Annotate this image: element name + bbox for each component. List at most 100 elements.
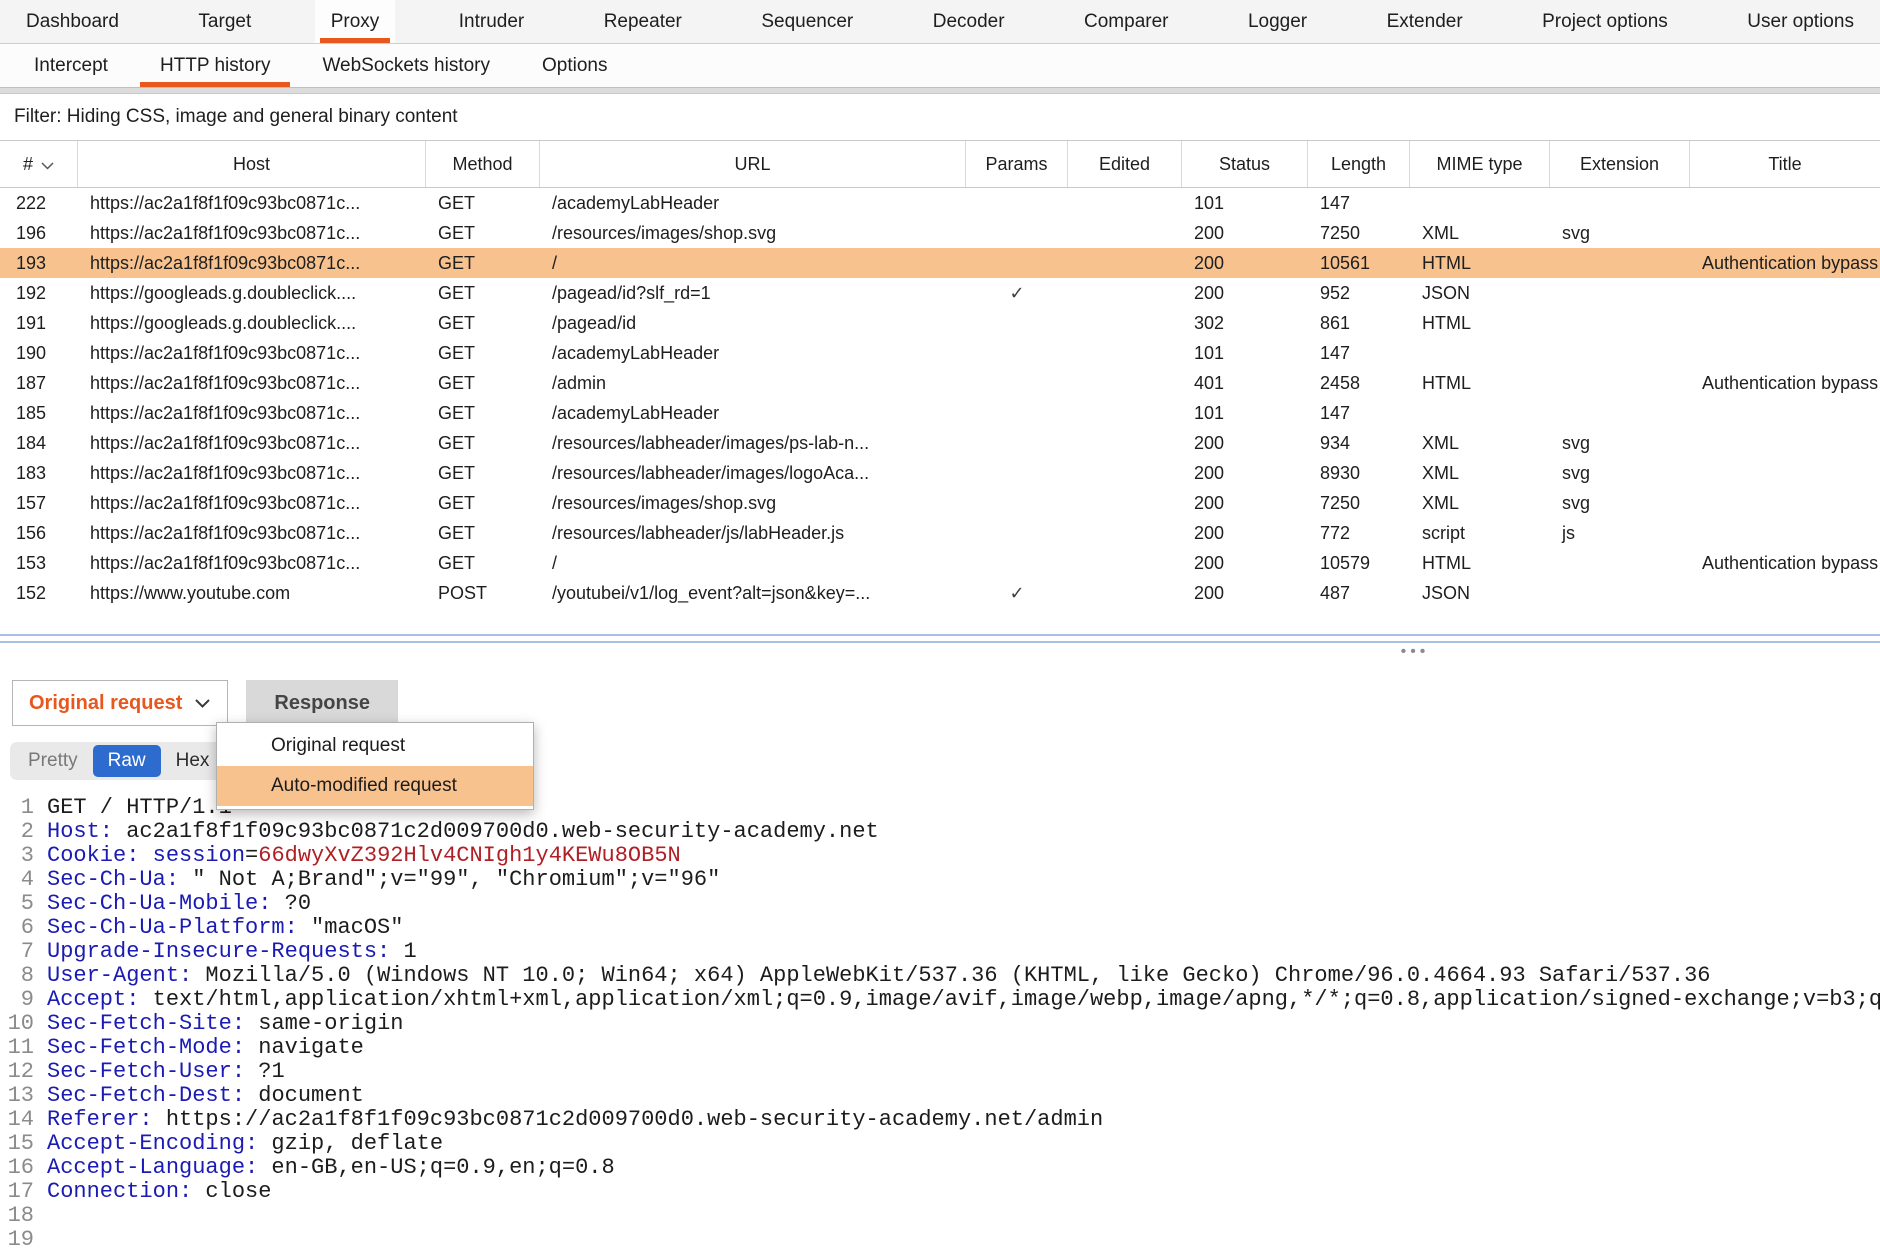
filter-bar[interactable]: Filter: Hiding CSS, image and general bi… [0, 94, 1880, 141]
header-value: "macOS" [298, 915, 404, 940]
cell-host: https://ac2a1f8f1f09c93bc0871c... [78, 218, 426, 248]
cell-num: 222 [0, 188, 78, 218]
column-header-host[interactable]: Host [78, 141, 426, 187]
format-tab-hex[interactable]: Hex [161, 745, 225, 777]
subtab-websockets-history[interactable]: WebSockets history [296, 44, 516, 87]
tab-sequencer[interactable]: Sequencer [745, 0, 869, 43]
history-row-153[interactable]: 153https://ac2a1f8f1f09c93bc0871c...GET/… [0, 548, 1880, 578]
cell-method: GET [426, 518, 540, 548]
column-header-label: Method [452, 154, 512, 175]
panel-splitter[interactable]: ••• [0, 634, 1880, 658]
cell-edited [1068, 488, 1182, 518]
history-row-196[interactable]: 196https://ac2a1f8f1f09c93bc0871c...GET/… [0, 218, 1880, 248]
header-value: https://ac2a1f8f1f09c93bc0871c2d009700d0… [153, 1107, 1104, 1132]
cell-num: 190 [0, 338, 78, 368]
cell-method: GET [426, 338, 540, 368]
tab-user-options[interactable]: User options [1731, 0, 1870, 43]
request-line-9: 9Accept: text/html,application/xhtml+xml… [0, 988, 1880, 1012]
cell-host: https://ac2a1f8f1f09c93bc0871c... [78, 428, 426, 458]
cell-num: 184 [0, 428, 78, 458]
subtab-http-history[interactable]: HTTP history [134, 44, 297, 87]
cell-length: 8930 [1308, 458, 1410, 488]
header-value: Mozilla/5.0 (Windows NT 10.0; Win64; x64… [192, 963, 1710, 988]
burp-suite-window: Dashboard Target Proxy Intruder Repeater Sequ… [0, 0, 1880, 1254]
tab-proxy[interactable]: Proxy [315, 0, 396, 43]
format-tab-raw[interactable]: Raw [93, 745, 161, 777]
tab-project-options[interactable]: Project options [1526, 0, 1684, 43]
cell-edited [1068, 578, 1182, 608]
cell-length: 772 [1308, 518, 1410, 548]
column-header-edited[interactable]: Edited [1068, 141, 1182, 187]
history-row-191[interactable]: 191https://googleads.g.doubleclick....GE… [0, 308, 1880, 338]
proxy-sub-tab-bar: InterceptHTTP historyWebSockets historyO… [0, 44, 1880, 87]
history-row-185[interactable]: 185https://ac2a1f8f1f09c93bc0871c...GET/… [0, 398, 1880, 428]
column-header-extension[interactable]: Extension [1550, 141, 1690, 187]
cell-method: GET [426, 188, 540, 218]
tab-logger[interactable]: Logger [1232, 0, 1323, 43]
history-row-183[interactable]: 183https://ac2a1f8f1f09c93bc0871c...GET/… [0, 458, 1880, 488]
header-name: Sec-Fetch-Site: [47, 1011, 245, 1036]
request-view-selector[interactable]: Original request [12, 680, 228, 726]
tab-extender[interactable]: Extender [1371, 0, 1479, 43]
cell-title: Authentication bypass [1690, 248, 1880, 278]
history-row-193[interactable]: 193https://ac2a1f8f1f09c93bc0871c...GET/… [0, 248, 1880, 278]
header-value: same-origin [245, 1011, 403, 1036]
header-name: Host: [47, 819, 113, 844]
format-tab-pretty[interactable]: Pretty [13, 745, 93, 777]
menu-item-original-request[interactable]: Original request [217, 726, 533, 766]
raw-request-editor[interactable]: 1GET / HTTP/1.12Host: ac2a1f8f1f09c93bc0… [0, 796, 1880, 1252]
tab-intruder[interactable]: Intruder [443, 0, 540, 43]
cell-mime: JSON [1410, 278, 1550, 308]
tab-decoder[interactable]: Decoder [917, 0, 1021, 43]
cell-length: 934 [1308, 428, 1410, 458]
column-header-method[interactable]: Method [426, 141, 540, 187]
history-row-190[interactable]: 190https://ac2a1f8f1f09c93bc0871c...GET/… [0, 338, 1880, 368]
column-header-length[interactable]: Length [1308, 141, 1410, 187]
cell-method: GET [426, 368, 540, 398]
header-value: close [192, 1179, 271, 1204]
history-row-184[interactable]: 184https://ac2a1f8f1f09c93bc0871c...GET/… [0, 428, 1880, 458]
section-divider [0, 87, 1880, 94]
history-row-222[interactable]: 222https://ac2a1f8f1f09c93bc0871c...GET/… [0, 188, 1880, 218]
header-name: Sec-Ch-Ua-Mobile: [47, 891, 271, 916]
cell-ext [1550, 308, 1690, 338]
cell-mime: JSON [1410, 578, 1550, 608]
history-row-156[interactable]: 156https://ac2a1f8f1f09c93bc0871c...GET/… [0, 518, 1880, 548]
column-header-params[interactable]: Params [966, 141, 1068, 187]
cell-num: 157 [0, 488, 78, 518]
tab-repeater[interactable]: Repeater [588, 0, 698, 43]
tab-target[interactable]: Target [182, 0, 267, 43]
cell-length: 10561 [1308, 248, 1410, 278]
request-line-19: 19 [0, 1228, 1880, 1252]
filter-text: Filter: Hiding CSS, image and general bi… [14, 106, 458, 128]
column-header-title[interactable]: Title [1690, 141, 1880, 187]
tab-response[interactable]: Response [246, 680, 398, 726]
history-row-157[interactable]: 157https://ac2a1f8f1f09c93bc0871c...GET/… [0, 488, 1880, 518]
cell-edited [1068, 188, 1182, 218]
tab-dashboard[interactable]: Dashboard [10, 0, 135, 43]
cell-method: GET [426, 488, 540, 518]
request-line-10: 10Sec-Fetch-Site: same-origin [0, 1012, 1880, 1036]
column-header-number[interactable]: # [0, 141, 78, 187]
splitter-handle[interactable]: ••• [1401, 644, 1430, 660]
header-name: Connection: [47, 1179, 192, 1204]
cell-url: /admin [540, 368, 966, 398]
cell-status: 200 [1182, 548, 1308, 578]
cell-host: https://ac2a1f8f1f09c93bc0871c... [78, 368, 426, 398]
subtab-intercept[interactable]: Intercept [8, 44, 134, 87]
cell-params [966, 548, 1068, 578]
column-header-url[interactable]: URL [540, 141, 966, 187]
menu-item-auto-modified-request[interactable]: Auto-modified request [217, 766, 533, 806]
header-name: Accept: [47, 987, 139, 1012]
column-header-mime-type[interactable]: MIME type [1410, 141, 1550, 187]
tab-comparer[interactable]: Comparer [1068, 0, 1184, 43]
history-row-187[interactable]: 187https://ac2a1f8f1f09c93bc0871c...GET/… [0, 368, 1880, 398]
cell-edited [1068, 518, 1182, 548]
subtab-options[interactable]: Options [516, 44, 633, 87]
history-row-192[interactable]: 192https://googleads.g.doubleclick....GE… [0, 278, 1880, 308]
request-line-3: 3Cookie: session=66dwyXvZ392Hlv4CNIgh1y4… [0, 844, 1880, 868]
cell-ext [1550, 548, 1690, 578]
cell-params [966, 218, 1068, 248]
column-header-status[interactable]: Status [1182, 141, 1308, 187]
history-row-152[interactable]: 152https://www.youtube.comPOST/youtubei/… [0, 578, 1880, 608]
